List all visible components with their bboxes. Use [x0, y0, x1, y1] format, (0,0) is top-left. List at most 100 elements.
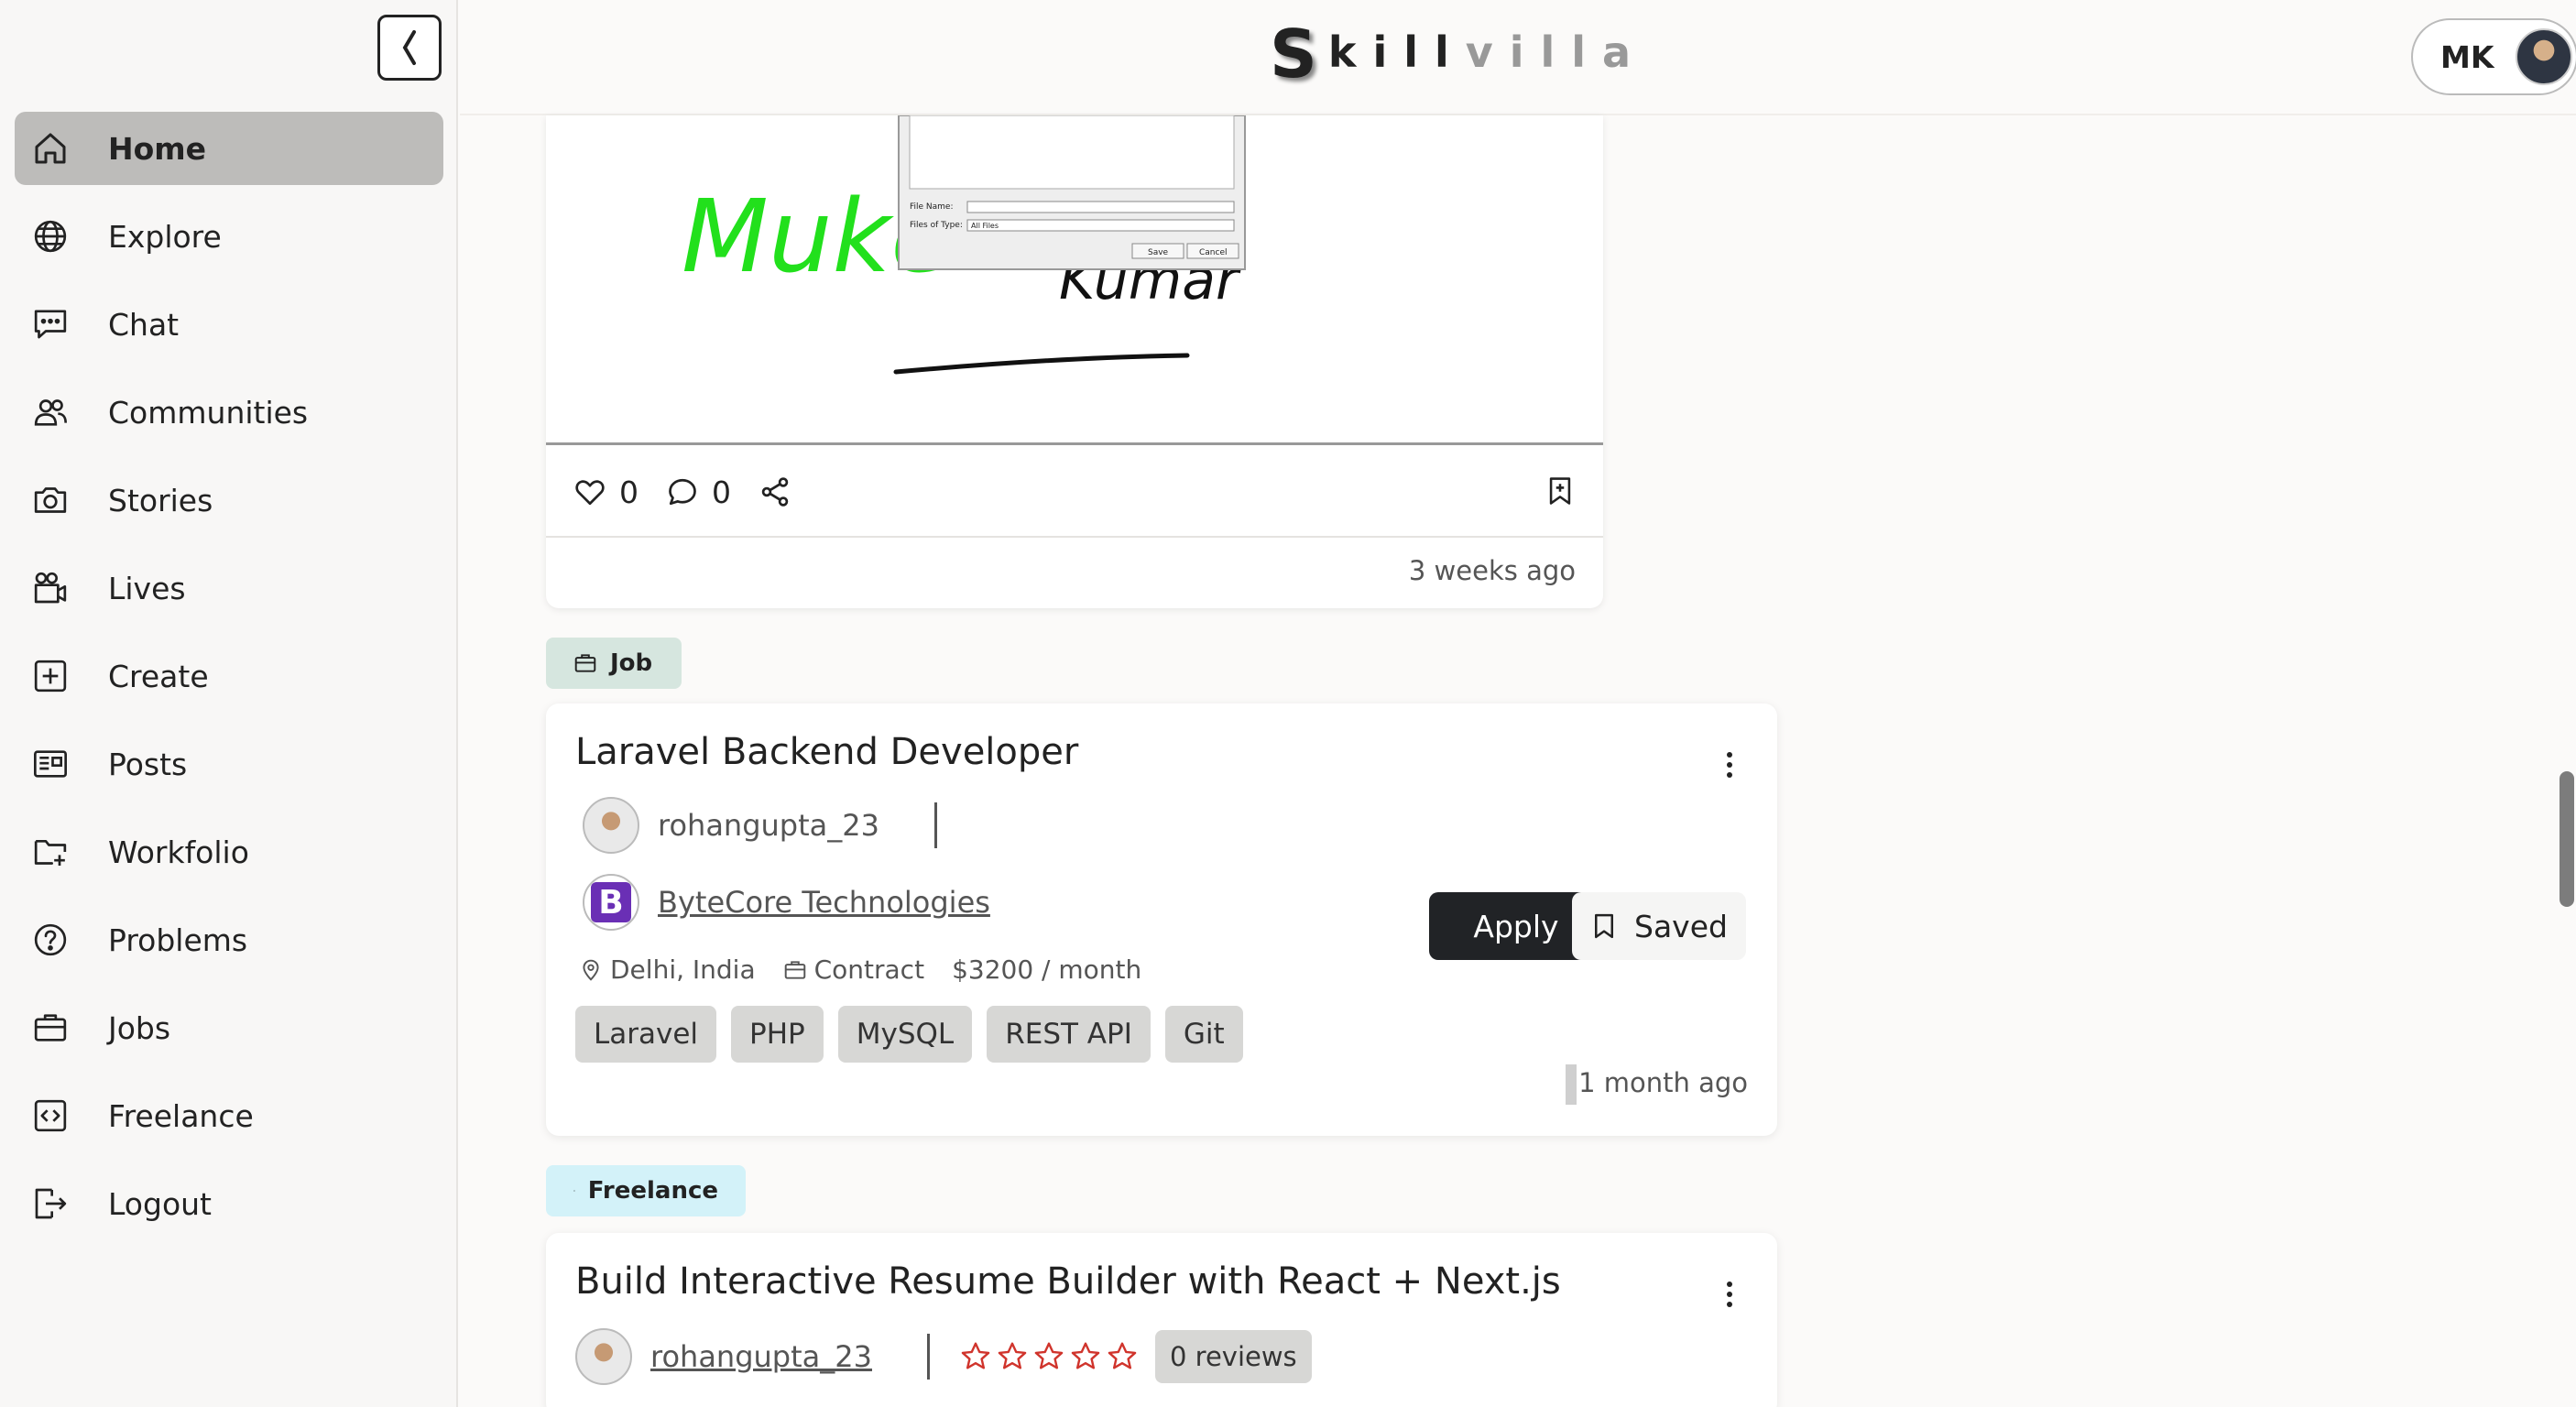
sidebar-item-label: Lives	[108, 570, 186, 606]
like-button[interactable]: 0	[573, 474, 639, 510]
post-timestamp: 3 weeks ago	[1408, 555, 1576, 586]
sidebar-item-problems[interactable]: Problems	[15, 903, 443, 976]
freelance-card: Build Interactive Resume Builder with Re…	[546, 1233, 1777, 1407]
scrollbar-thumb[interactable]	[2560, 771, 2574, 907]
user-menu-button[interactable]: MK	[2411, 18, 2576, 95]
sidebar-item-stories[interactable]: Stories	[15, 464, 443, 537]
company-link[interactable]: ByteCore Technologies	[658, 885, 990, 920]
sidebar-item-create[interactable]: Create	[15, 639, 443, 713]
map-pin-icon	[583, 959, 599, 981]
sidebar-item-label: Create	[108, 658, 209, 694]
dialog-files-type-value: All Files	[971, 222, 999, 230]
freelance-poster: rohangupta_23 0 reviews	[575, 1328, 1312, 1385]
sidebar-nav: Home Explore Chat Communities Stories Li…	[15, 112, 443, 1255]
logo-letter-s: S	[1270, 16, 1317, 93]
post-image[interactable]: Muke Kumar File Name: Files of Type: All…	[546, 115, 1603, 445]
sidebar-item-label: Jobs	[108, 1009, 171, 1046]
poster-username[interactable]: rohangupta_23	[658, 808, 879, 843]
sidebar-item-label: Communities	[108, 394, 309, 431]
freelance-title[interactable]: Build Interactive Resume Builder with Re…	[575, 1260, 1561, 1303]
skill-chip: MySQL	[837, 1006, 973, 1063]
sidebar-item-explore[interactable]: Explore	[15, 200, 443, 273]
sidebar-item-logout[interactable]: Logout	[15, 1167, 443, 1240]
like-count: 0	[619, 474, 639, 510]
job-tag-label: Job	[610, 649, 653, 677]
folder-plus-icon	[29, 831, 71, 873]
briefcase-icon	[574, 654, 596, 672]
job-tag: Job	[546, 638, 682, 689]
poster-avatar[interactable]	[575, 1328, 632, 1385]
user-initials: MK	[2440, 38, 2494, 75]
job-salary: $3200 / month	[952, 954, 1142, 985]
sidebar-item-posts[interactable]: Posts	[15, 727, 443, 801]
skill-chip: Laravel	[575, 1006, 717, 1063]
bookmark-icon	[1595, 913, 1614, 939]
comment-button[interactable]: 0	[666, 474, 731, 510]
share-button[interactable]	[759, 475, 804, 508]
video-icon	[29, 567, 71, 609]
job-time-number: 1	[1578, 1067, 1596, 1098]
logo-light-part: villa	[1465, 27, 1648, 77]
star-icon	[1071, 1342, 1100, 1369]
top-header: S killvilla MK	[460, 0, 2576, 115]
freelance-options-button[interactable]	[1724, 1281, 1735, 1312]
plus-square-icon	[29, 655, 71, 697]
saved-label: Saved	[1634, 908, 1728, 944]
logo-wordmark: killvilla	[1328, 27, 1647, 77]
rating-stars	[957, 1340, 1141, 1373]
underline-stroke	[893, 353, 1190, 375]
sidebar-item-jobs[interactable]: Jobs	[15, 991, 443, 1064]
job-timestamp: 1 month ago	[1566, 1064, 1748, 1105]
text-cursor-highlight	[1566, 1064, 1577, 1105]
poster-username[interactable]: rohangupta_23	[650, 1339, 872, 1374]
users-icon	[29, 391, 71, 433]
dialog-cancel-button: Cancel	[1199, 248, 1228, 257]
camera-icon	[29, 479, 71, 521]
sidebar-item-label: Home	[108, 130, 207, 167]
post-card: Muke Kumar File Name: Files of Type: All…	[546, 115, 1603, 608]
company-logo-letter: B	[591, 882, 631, 922]
reviews-count[interactable]: 0 reviews	[1154, 1330, 1312, 1383]
user-avatar	[2516, 28, 2573, 85]
bookmark-plus-icon	[1549, 477, 1571, 505]
post-drawing: Muke Kumar File Name: Files of Type: All…	[682, 115, 1246, 375]
code-icon	[573, 1190, 575, 1192]
poster-avatar[interactable]	[583, 797, 639, 854]
collapse-sidebar-button[interactable]	[377, 15, 442, 81]
app-logo[interactable]: S killvilla	[1270, 16, 1647, 93]
sidebar-item-home[interactable]: Home	[15, 112, 443, 185]
heart-icon	[575, 480, 605, 506]
job-card: Laravel Backend Developer rohangupta_23 …	[546, 704, 1777, 1136]
freelance-tag: Freelance	[546, 1165, 746, 1216]
star-icon	[1034, 1342, 1064, 1369]
sidebar-item-label: Chat	[108, 306, 180, 343]
more-vertical-icon	[1727, 1282, 1732, 1307]
sidebar-item-label: Posts	[108, 746, 188, 782]
job-title[interactable]: Laravel Backend Developer	[575, 731, 1078, 773]
sidebar-item-label: Logout	[108, 1185, 212, 1222]
briefcase-icon	[784, 960, 805, 979]
sidebar-item-communities[interactable]: Communities	[15, 376, 443, 449]
skill-chip: Git	[1164, 1006, 1243, 1063]
bookmark-add-button[interactable]	[1545, 475, 1576, 510]
comment-icon	[669, 478, 696, 506]
dialog-files-type-label: Files of Type:	[910, 221, 963, 230]
sidebar-item-freelance[interactable]: Freelance	[15, 1079, 443, 1152]
comment-count: 0	[712, 474, 731, 510]
code-icon	[29, 1095, 71, 1137]
page-scrollbar[interactable]	[2556, 115, 2576, 1407]
sidebar-item-label: Explore	[108, 218, 222, 255]
sidebar-item-chat[interactable]: Chat	[15, 288, 443, 361]
job-meta: Delhi, India Contract $3200 / month	[579, 954, 1169, 985]
job-poster: rohangupta_23	[583, 797, 937, 854]
saved-button[interactable]: Saved	[1572, 892, 1746, 960]
logout-icon	[29, 1183, 71, 1225]
sidebar-item-workfolio[interactable]: Workfolio	[15, 815, 443, 889]
job-options-button[interactable]	[1724, 751, 1735, 782]
sidebar-item-label: Workfolio	[108, 834, 249, 870]
sidebar-item-lives[interactable]: Lives	[15, 551, 443, 625]
sidebar-item-label: Freelance	[108, 1097, 254, 1134]
sidebar-item-label: Stories	[108, 482, 213, 518]
job-type: Contract	[783, 954, 924, 985]
briefcase-icon	[29, 1007, 71, 1049]
